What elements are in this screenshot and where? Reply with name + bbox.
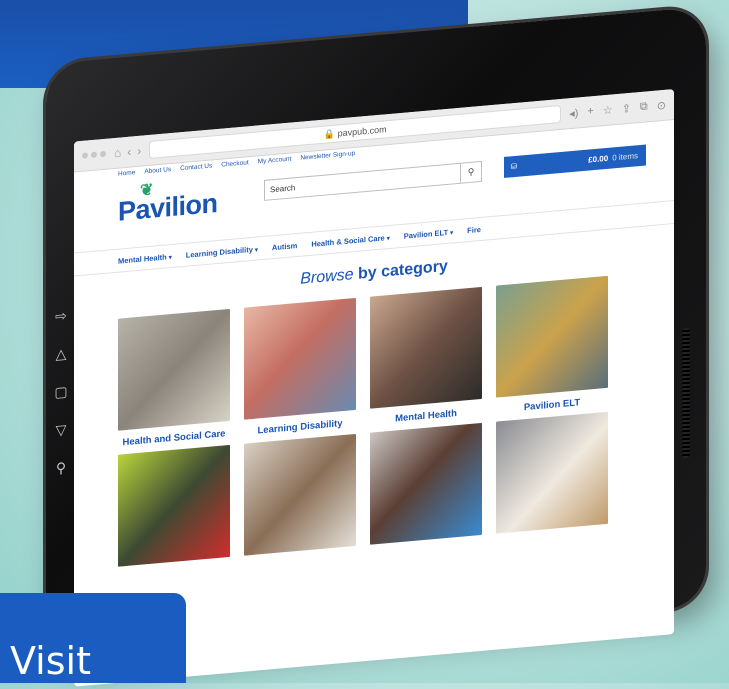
triangle-down-icon[interactable]: ▽ — [53, 421, 69, 438]
category-card-counselling[interactable] — [370, 422, 482, 545]
cart-items: 0 items — [612, 151, 638, 163]
cart-amount: £0.00 — [588, 153, 609, 165]
nav-fire[interactable]: Fire — [467, 224, 481, 234]
category-card-learning-disability[interactable]: Learning Disability — [244, 297, 356, 444]
search-button[interactable]: ⚲ — [460, 161, 481, 183]
search-input[interactable]: Search — [265, 169, 460, 195]
cart-button[interactable]: ⛁ £0.00 0 items — [504, 144, 646, 178]
visit-text: Visit — [10, 639, 91, 683]
nav-pavilion-elt[interactable]: Pavilion ELT ▾ — [404, 227, 453, 240]
nav-mental-health[interactable]: Mental Health ▾ — [118, 251, 172, 265]
category-image[interactable] — [244, 433, 356, 556]
visit-banner[interactable]: Visit — [0, 593, 186, 683]
home-icon[interactable]: ⌂ — [114, 145, 121, 160]
chevron-down-icon: ▾ — [254, 246, 258, 254]
leaf-icon: ❦ — [140, 181, 153, 200]
triangle-up-icon[interactable]: △ — [53, 345, 69, 362]
category-image[interactable] — [496, 411, 608, 534]
square-icon[interactable]: ▢ — [53, 383, 69, 400]
browser-nav: ⌂ ‹ › — [114, 144, 141, 160]
back-icon[interactable]: ‹ — [127, 145, 131, 159]
category-card-pavilion-elt[interactable]: Pavilion ELT — [496, 275, 608, 422]
window-dots — [82, 150, 106, 159]
plus-icon[interactable]: + — [587, 105, 593, 119]
search-icon[interactable]: ⚲ — [53, 459, 69, 476]
nav-autism[interactable]: Autism — [272, 241, 297, 252]
category-image[interactable] — [370, 422, 482, 545]
nav-health-social-care[interactable]: Health & Social Care ▾ — [311, 232, 389, 248]
chevron-down-icon: ▾ — [386, 235, 390, 242]
speaker-grill — [682, 327, 690, 459]
logo-text: Pavilion — [118, 187, 218, 227]
browser-tools: ◂) + ☆ ⇪ ⧉ ⊙ — [569, 98, 666, 119]
star-icon[interactable]: ☆ — [603, 103, 613, 117]
category-card-training[interactable] — [244, 433, 356, 556]
tabs-icon[interactable]: ⧉ — [640, 100, 648, 114]
category-image[interactable] — [118, 308, 230, 431]
share-icon[interactable]: ⇨ — [53, 307, 69, 324]
category-image[interactable] — [496, 275, 608, 398]
download-icon[interactable]: ⊙ — [657, 98, 666, 112]
nav-learning-disability[interactable]: Learning Disability ▾ — [186, 244, 258, 259]
category-image[interactable] — [118, 444, 230, 567]
category-card-health-social-care[interactable]: Health and Social Care — [118, 308, 230, 455]
share-icon[interactable]: ⇪ — [622, 101, 631, 115]
tablet-bezel: ⇨ △ ▢ ▽ ⚲ ⌂ ‹ › 🔒 pavpub.com ◂) + ☆ ⇪ ⧉ … — [46, 6, 706, 687]
url-text: pavpub.com — [337, 124, 387, 139]
browse-heading-italic: Browse — [300, 266, 354, 288]
category-card-fire[interactable] — [118, 444, 230, 567]
site-logo[interactable]: ❦ Pavilion — [118, 182, 218, 228]
category-image[interactable] — [244, 297, 356, 420]
category-card-mental-health[interactable]: Mental Health — [370, 286, 482, 433]
category-image[interactable] — [370, 286, 482, 409]
speaker-icon[interactable]: ◂) — [569, 106, 578, 120]
browse-heading-bold: by category — [358, 257, 448, 283]
tablet-side-buttons: ⇨ △ ▢ ▽ ⚲ — [46, 306, 76, 477]
chevron-down-icon: ▾ — [168, 254, 172, 261]
basket-icon: ⛁ — [510, 161, 518, 172]
lock-icon: 🔒 — [323, 127, 338, 140]
forward-icon[interactable]: › — [137, 144, 141, 158]
category-card-publishing[interactable] — [496, 411, 608, 534]
tablet-device: ⇨ △ ▢ ▽ ⚲ ⌂ ‹ › 🔒 pavpub.com ◂) + ☆ ⇪ ⧉ … — [46, 0, 706, 687]
chevron-down-icon: ▾ — [450, 229, 454, 237]
category-grid: Health and Social Care Learning Disabili… — [118, 270, 674, 567]
